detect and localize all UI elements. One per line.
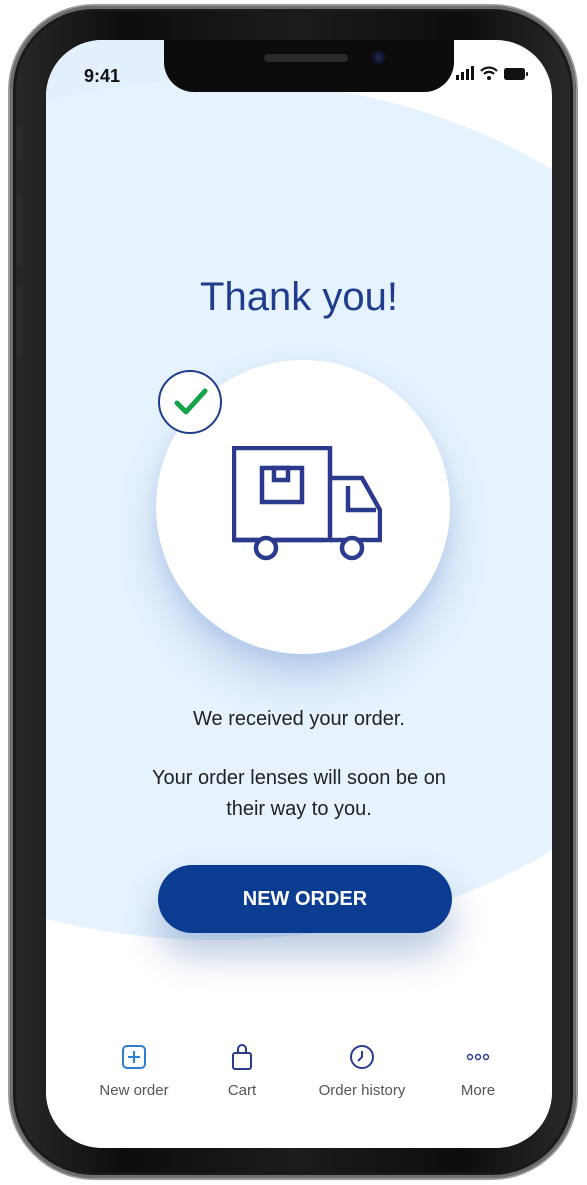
- speaker-grille: [264, 54, 348, 62]
- volume-up-button: [16, 196, 22, 266]
- status-time: 9:41: [84, 66, 121, 86]
- battery-icon: [504, 68, 528, 80]
- volume-down-button: [16, 286, 22, 356]
- front-camera: [372, 51, 385, 64]
- nav-label-cart: Cart: [227, 1082, 257, 1099]
- nav-item-more[interactable]: More: [418, 1042, 538, 1099]
- clock-icon: [350, 1045, 374, 1069]
- nav-item-order-history[interactable]: Order history: [302, 1042, 422, 1099]
- nav-label-new-order: New order: [99, 1082, 169, 1099]
- more-dots-icon: [466, 1053, 490, 1061]
- shopping-bag-icon: [232, 1044, 252, 1070]
- plus-square-icon: [122, 1045, 146, 1069]
- nav-item-new-order[interactable]: New order: [74, 1042, 194, 1099]
- delivery-message-line2: their way to you.: [226, 798, 372, 820]
- nav-item-cart[interactable]: Cart: [182, 1042, 302, 1099]
- order-received-message: We received your order.: [193, 708, 405, 730]
- delivery-message-line1: Your order lenses will soon be on: [152, 767, 446, 789]
- bottom-navigation: New order Cart Order history More: [46, 1008, 552, 1148]
- nav-label-order-history: Order history: [318, 1082, 406, 1099]
- checkmark-icon: [174, 388, 208, 415]
- new-order-button[interactable]: NEW ORDER: [158, 865, 452, 933]
- nav-label-more: More: [460, 1082, 496, 1099]
- page-title: Thank you!: [200, 274, 398, 319]
- delivery-message: Your order lenses will soon be on their …: [46, 763, 552, 825]
- signal-icon: [456, 66, 474, 80]
- wifi-icon: [480, 66, 498, 80]
- success-check-badge: [158, 370, 222, 434]
- phone-screen: 9:41 Thank you! We received your order. …: [46, 40, 552, 1148]
- notch: [164, 40, 454, 92]
- mute-switch: [16, 126, 22, 160]
- delivery-truck-icon: [232, 446, 382, 561]
- status-icons: [456, 66, 528, 80]
